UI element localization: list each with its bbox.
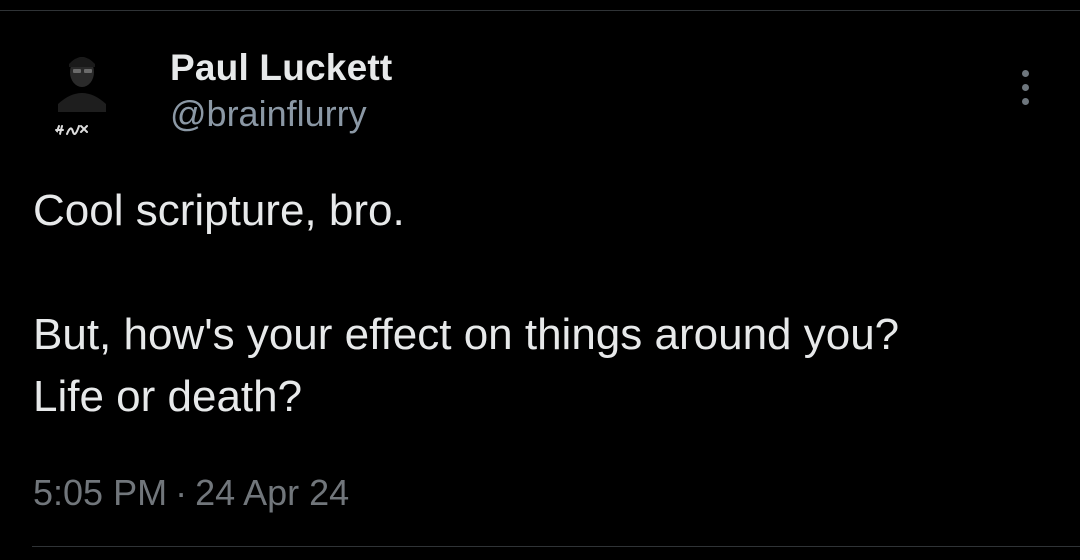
tweet-text-line: Cool scripture, bro. bbox=[33, 186, 405, 235]
author-info: Paul Luckett @brainflurry bbox=[170, 46, 392, 136]
timestamp-separator: · bbox=[175, 472, 188, 513]
author-handle[interactable]: @brainflurry bbox=[170, 92, 392, 136]
author-display-name[interactable]: Paul Luckett bbox=[170, 46, 392, 90]
author-avatar[interactable] bbox=[40, 42, 144, 146]
tweet-time[interactable]: 5:05 PM bbox=[33, 472, 167, 513]
tweet-date[interactable]: 24 Apr 24 bbox=[195, 472, 349, 513]
tweet-text: Cool scripture, bro. But, how's your eff… bbox=[33, 180, 1063, 428]
tweet-text-line: But, how's your effect on things around … bbox=[33, 310, 900, 359]
more-options-button[interactable] bbox=[1006, 66, 1046, 110]
tweet-timestamp: 5:05 PM · 24 Apr 24 bbox=[33, 468, 349, 518]
bottom-divider bbox=[32, 546, 1080, 547]
avatar-image bbox=[40, 42, 144, 146]
tweet-text-line: Life or death? bbox=[33, 372, 303, 421]
tweet-card: Paul Luckett @brainflurry Cool scripture… bbox=[0, 0, 1080, 560]
